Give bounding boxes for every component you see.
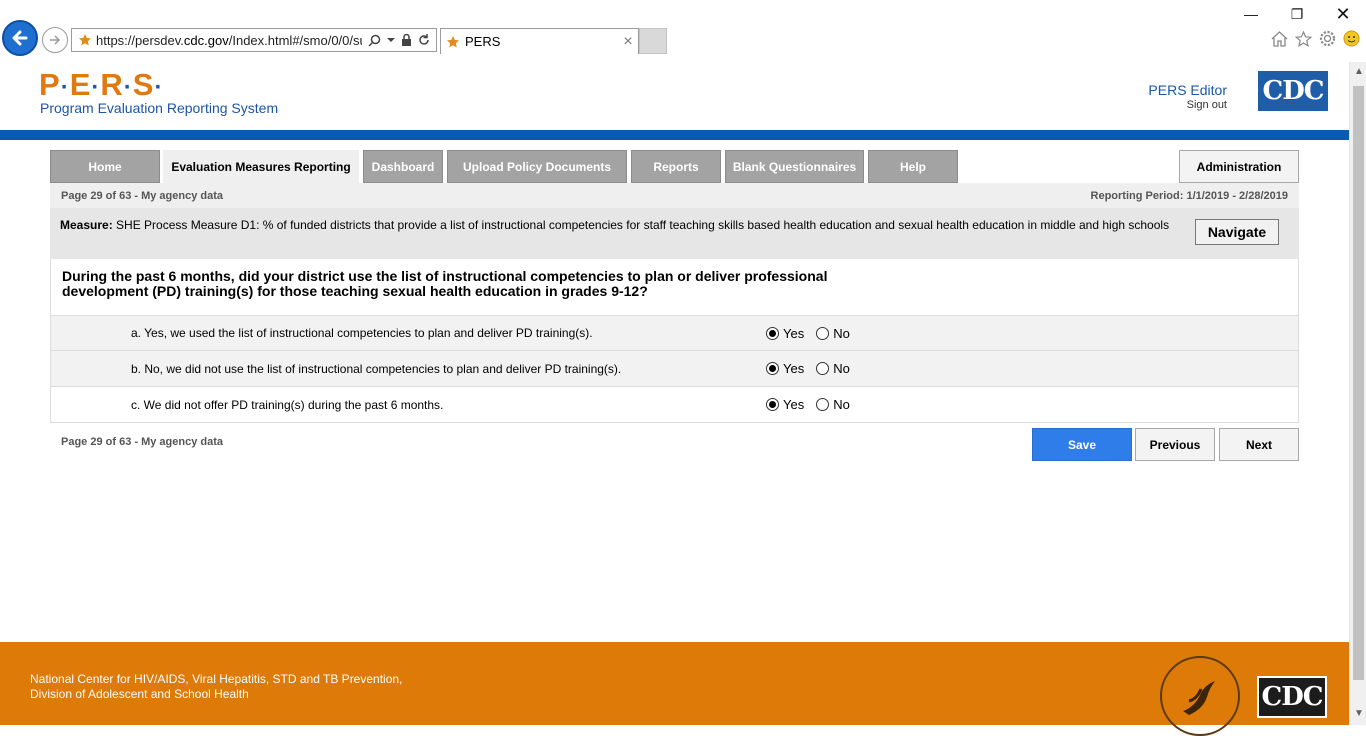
radio-yes-circle[interactable] — [766, 398, 779, 411]
scroll-down-icon[interactable]: ▼ — [1354, 708, 1364, 719]
tab-help[interactable]: Help — [868, 150, 958, 183]
browser-chrome: https://persdev.cdc.gov/Index.html#/smo/… — [0, 0, 1366, 58]
navigate-button[interactable]: Navigate — [1195, 219, 1279, 245]
measure-label: Measure: — [60, 218, 113, 232]
minimize-icon[interactable]: — — [1228, 4, 1274, 24]
question-text: During the past 6 months, did your distr… — [50, 259, 1299, 315]
radio-no-circle[interactable] — [816, 326, 830, 340]
forward-button[interactable] — [42, 27, 68, 53]
header-divider — [0, 130, 1349, 140]
answer-row: a. Yes, we used the list of instructiona… — [50, 315, 1299, 351]
new-tab-button[interactable] — [639, 28, 667, 54]
pers-logo[interactable]: P·E·R·S· — [39, 67, 163, 103]
page-info-bottom: Page 29 of 63 - My agency data — [61, 436, 224, 448]
dropdown-icon[interactable] — [387, 36, 395, 44]
tab-title: PERS — [465, 34, 501, 49]
tab-close-icon[interactable]: × — [618, 33, 638, 51]
footer-line-2: Division of Adolescent and School Health — [30, 687, 249, 701]
smiley-feedback-icon[interactable] — [1343, 30, 1360, 47]
radio-no[interactable]: No — [816, 397, 850, 412]
save-button[interactable]: Save — [1032, 428, 1132, 461]
site-footer: National Center for HIV/AIDS, Viral Hepa… — [0, 642, 1349, 736]
radio-yes-circle[interactable] — [766, 362, 779, 375]
reporting-period: Reporting Period: 1/1/2019 - 2/28/2019 — [1090, 189, 1288, 202]
address-bar[interactable]: https://persdev.cdc.gov/Index.html#/smo/… — [71, 28, 437, 52]
radio-no-circle[interactable] — [816, 362, 830, 375]
refresh-icon[interactable] — [418, 34, 430, 46]
close-window-icon[interactable]: ✕ — [1320, 4, 1366, 24]
user-box: PERS Editor Sign out — [1148, 82, 1227, 111]
tab-evaluation-measures-reporting[interactable]: Evaluation Measures Reporting — [163, 150, 359, 183]
administration-button[interactable]: Administration — [1179, 150, 1299, 183]
vertical-scrollbar[interactable]: ▲ ▼ — [1349, 62, 1366, 725]
main-nav: Home Evaluation Measures Reporting Dashb… — [50, 150, 1299, 183]
tab-dashboard[interactable]: Dashboard — [363, 150, 443, 183]
sign-out-link[interactable]: Sign out — [1148, 99, 1227, 111]
radio-no-circle[interactable] — [816, 398, 830, 411]
radio-yes[interactable]: Yes — [766, 397, 804, 412]
favicon-star-icon — [74, 33, 96, 47]
tab-upload-policy-documents[interactable]: Upload Policy Documents — [447, 150, 627, 183]
answer-row: c. We did not offer PD training(s) durin… — [50, 387, 1299, 423]
back-button[interactable] — [2, 20, 38, 56]
radio-yes[interactable]: Yes — [766, 326, 804, 341]
radio-no[interactable]: No — [816, 326, 850, 341]
radio-no[interactable]: No — [816, 361, 850, 376]
footer-line-1: National Center for HIV/AIDS, Viral Hepa… — [30, 672, 403, 686]
info-bar: Page 29 of 63 - My agency data Reporting… — [50, 183, 1299, 208]
scroll-thumb[interactable] — [1353, 86, 1364, 680]
search-icon[interactable] — [368, 34, 381, 47]
action-bar: Page 29 of 63 - My agency data Save Prev… — [50, 428, 1299, 461]
measure-text: SHE Process Measure D1: % of funded dist… — [116, 218, 1170, 232]
forward-arrow-icon — [50, 35, 61, 45]
hhs-seal-icon — [1160, 656, 1240, 736]
url-text: https://persdev.cdc.gov/Index.html#/smo/… — [96, 32, 362, 48]
logo-subtitle: Program Evaluation Reporting System — [40, 100, 279, 116]
restore-icon[interactable]: ❐ — [1274, 4, 1320, 24]
tab-reports[interactable]: Reports — [631, 150, 721, 183]
previous-button[interactable]: Previous — [1135, 428, 1215, 461]
home-icon[interactable] — [1271, 30, 1288, 47]
cdc-logo: CDC — [1258, 71, 1328, 111]
browser-tab[interactable]: PERS × — [440, 28, 639, 54]
favorites-star-icon[interactable] — [1295, 30, 1312, 47]
radio-yes-circle[interactable] — [766, 326, 779, 340]
back-arrow-icon — [12, 30, 28, 46]
scroll-up-icon[interactable]: ▲ — [1354, 66, 1364, 77]
answer-label: a. Yes, we used the list of instructiona… — [131, 326, 593, 340]
cdc-footer-logo: CDC — [1257, 676, 1327, 718]
lock-icon[interactable] — [401, 33, 412, 47]
content-panel: Page 29 of 63 - My agency data Reporting… — [50, 183, 1299, 423]
page-info: Page 29 of 63 - My agency data — [61, 189, 224, 202]
site-header: P·E·R·S· Program Evaluation Reporting Sy… — [0, 58, 1349, 130]
answer-row: b. No, we did not use the list of instru… — [50, 351, 1299, 387]
settings-gear-icon[interactable] — [1319, 30, 1336, 47]
next-button[interactable]: Next — [1219, 428, 1299, 461]
tab-blank-questionnaires[interactable]: Blank Questionnaires — [725, 150, 864, 183]
footer-text: National Center for HIV/AIDS, Viral Hepa… — [30, 672, 402, 702]
tab-home[interactable]: Home — [50, 150, 160, 183]
answer-label: c. We did not offer PD training(s) durin… — [131, 397, 444, 412]
radio-yes[interactable]: Yes — [766, 361, 804, 376]
answer-label: b. No, we did not use the list of instru… — [131, 361, 622, 376]
tab-star-icon — [441, 35, 465, 49]
measure-box: Measure: SHE Process Measure D1: % of fu… — [50, 208, 1299, 259]
user-name: PERS Editor — [1148, 82, 1227, 98]
